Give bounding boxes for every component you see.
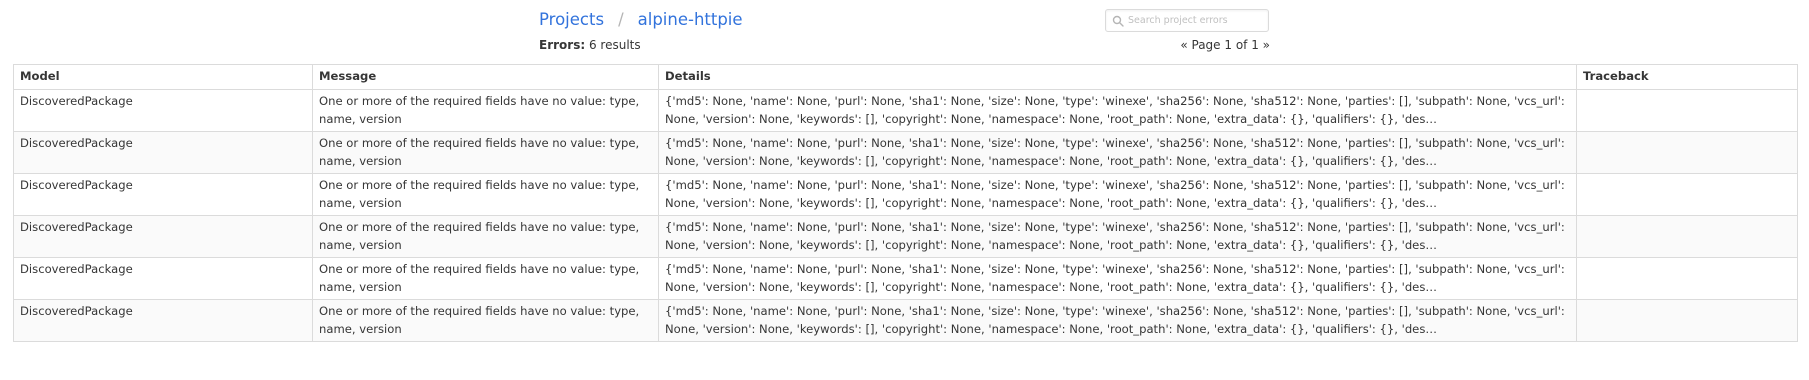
page: Projects / alpine-httpie Errors: 6 resul…	[0, 0, 1809, 380]
details-text: {'md5': None, 'name': None, 'purl': None…	[665, 94, 1565, 126]
cell-model: DiscoveredPackage	[13, 131, 313, 174]
cell-model: DiscoveredPackage	[13, 173, 313, 216]
details-text: {'md5': None, 'name': None, 'purl': None…	[665, 178, 1565, 210]
cell-traceback	[1576, 89, 1798, 132]
cell-message: One or more of the required fields have …	[312, 257, 659, 300]
results-bar: Errors: 6 results « Page 1 of 1 »	[539, 36, 1270, 54]
table-row: DiscoveredPackage One or more of the req…	[13, 173, 1798, 216]
errors-table: Model Message Details Traceback Discover…	[13, 64, 1798, 342]
column-header-model: Model	[13, 64, 313, 90]
cell-traceback	[1576, 299, 1798, 342]
breadcrumb-separator: /	[618, 10, 624, 29]
cell-details: {'md5': None, 'name': None, 'purl': None…	[658, 257, 1577, 300]
error-count-value: 6 results	[588, 38, 641, 52]
cell-model: DiscoveredPackage	[13, 89, 313, 132]
column-header-traceback: Traceback	[1576, 64, 1798, 90]
column-header-message: Message	[312, 64, 659, 90]
table-row: DiscoveredPackage One or more of the req…	[13, 131, 1798, 174]
cell-message: One or more of the required fields have …	[312, 131, 659, 174]
table-row: DiscoveredPackage One or more of the req…	[13, 257, 1798, 300]
column-header-details: Details	[658, 64, 1577, 90]
details-text: {'md5': None, 'name': None, 'purl': None…	[665, 220, 1565, 252]
cell-model: DiscoveredPackage	[13, 215, 313, 258]
cell-traceback	[1576, 257, 1798, 300]
cell-details: {'md5': None, 'name': None, 'purl': None…	[658, 173, 1577, 216]
table-header-row: Model Message Details Traceback	[13, 64, 1798, 90]
cell-message: One or more of the required fields have …	[312, 215, 659, 258]
cell-message: One or more of the required fields have …	[312, 299, 659, 342]
table-row: DiscoveredPackage One or more of the req…	[13, 299, 1798, 342]
cell-details: {'md5': None, 'name': None, 'purl': None…	[658, 89, 1577, 132]
search-icon	[1112, 15, 1124, 27]
errors-table-container: Model Message Details Traceback Discover…	[13, 64, 1798, 342]
page-header: Projects / alpine-httpie Errors: 6 resul…	[539, 8, 1270, 52]
breadcrumb-projects-link[interactable]: Projects	[539, 8, 604, 32]
cell-message: One or more of the required fields have …	[312, 173, 659, 216]
cell-model: DiscoveredPackage	[13, 257, 313, 300]
cell-details: {'md5': None, 'name': None, 'purl': None…	[658, 215, 1577, 258]
pagination[interactable]: « Page 1 of 1 »	[1180, 36, 1270, 54]
cell-traceback	[1576, 131, 1798, 174]
details-text: {'md5': None, 'name': None, 'purl': None…	[665, 262, 1565, 294]
details-text: {'md5': None, 'name': None, 'purl': None…	[665, 304, 1565, 336]
cell-message: One or more of the required fields have …	[312, 89, 659, 132]
breadcrumb-project-link[interactable]: alpine-httpie	[638, 8, 743, 32]
error-count: Errors: 6 results	[539, 38, 641, 52]
cell-traceback	[1576, 173, 1798, 216]
error-count-label: Errors:	[539, 38, 586, 52]
search-box[interactable]	[1105, 9, 1269, 32]
cell-traceback	[1576, 215, 1798, 258]
table-row: DiscoveredPackage One or more of the req…	[13, 215, 1798, 258]
details-text: {'md5': None, 'name': None, 'purl': None…	[665, 136, 1565, 168]
cell-details: {'md5': None, 'name': None, 'purl': None…	[658, 299, 1577, 342]
cell-model: DiscoveredPackage	[13, 299, 313, 342]
table-row: DiscoveredPackage One or more of the req…	[13, 89, 1798, 132]
search-input[interactable]	[1128, 10, 1264, 31]
cell-details: {'md5': None, 'name': None, 'purl': None…	[658, 131, 1577, 174]
